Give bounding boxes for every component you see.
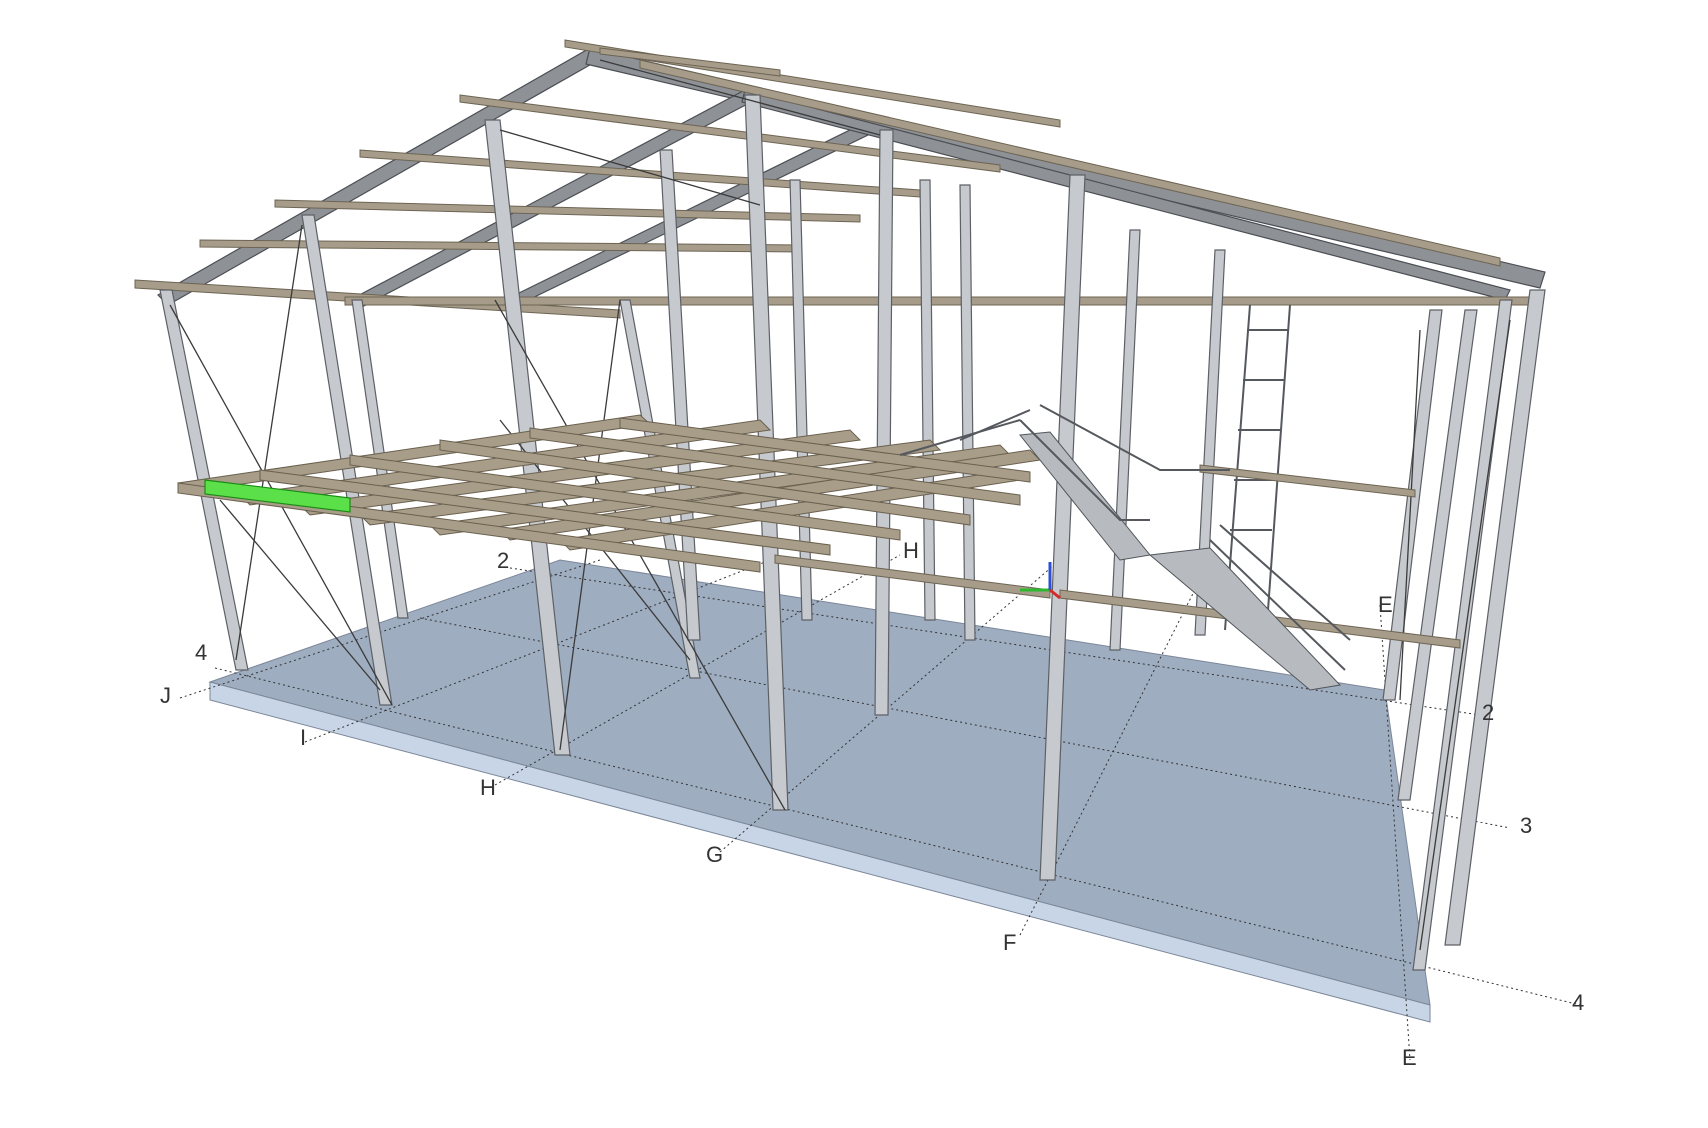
grid-label-2-left: 2 [497,548,509,573]
grid-label-F: F [1003,930,1016,955]
grid-label-H-front: H [480,775,496,800]
grid-label-4-left: 4 [195,640,207,665]
roof-purlins[interactable] [134,39,1531,319]
structural-model-canvas[interactable]: J 4 I H 2 H G F E E 2 3 4 [0,0,1708,1128]
grid-label-3-right: 3 [1520,813,1532,838]
grid-label-H-back: H [903,538,919,563]
grid-label-E-bottom: E [1402,1045,1417,1070]
grid-label-4-right: 4 [1572,990,1584,1015]
grid-label-E-top: E [1378,592,1393,617]
grid-label-2-right: 2 [1482,700,1494,725]
grid-label-I: I [300,725,306,750]
grid-label-J: J [160,683,171,708]
grid-label-G: G [706,842,723,867]
3d-model-viewport[interactable]: J 4 I H 2 H G F E E 2 3 4 [0,0,1708,1128]
